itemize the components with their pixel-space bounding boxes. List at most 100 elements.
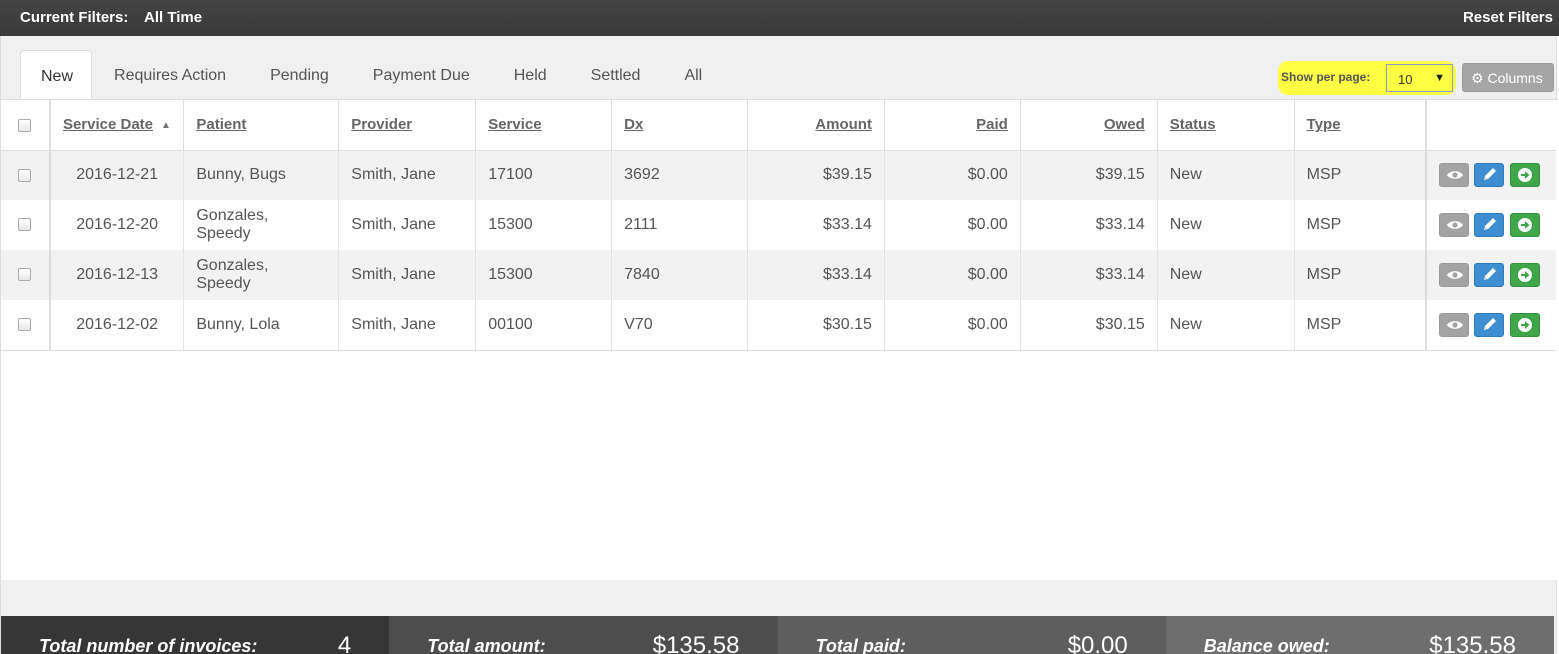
row-actions (1425, 150, 1556, 200)
header-type-label: Type (1306, 116, 1341, 134)
per-page-control: Show per page: 10 ▼ (1278, 61, 1456, 95)
advance-button[interactable] (1509, 163, 1540, 188)
row-actions (1425, 300, 1556, 351)
row-checkbox[interactable] (18, 268, 32, 282)
edit-button[interactable] (1474, 163, 1505, 188)
tab-held[interactable]: Held (492, 50, 569, 100)
cell-amount: $33.14 (747, 200, 885, 250)
current-filters-label: Current Filters: (20, 9, 129, 26)
cell-patient: Bunny, Bugs (183, 150, 340, 200)
cell-paid: $0.00 (884, 200, 1021, 250)
table-row[interactable]: 2016-12-13 Gonzales, Speedy Smith, Jane 153… (1, 250, 1556, 300)
caret-down-icon: ▼ (1434, 72, 1445, 84)
edit-button[interactable] (1474, 312, 1505, 337)
header-amount[interactable]: Amount (747, 100, 885, 151)
row-select-cell (1, 250, 51, 300)
cell-status: New (1157, 150, 1295, 200)
row-actions (1425, 250, 1556, 300)
cell-paid: $0.00 (884, 150, 1021, 200)
cell-service: 00100 (475, 300, 613, 351)
cell-service-date: 2016-12-21 (49, 150, 185, 200)
advance-button[interactable] (1509, 312, 1540, 337)
view-button[interactable] (1439, 312, 1470, 337)
per-page-value: 10 (1398, 72, 1413, 87)
cell-type: MSP (1294, 250, 1427, 300)
cell-provider: Smith, Jane (338, 150, 477, 200)
view-button[interactable] (1439, 263, 1470, 287)
cell-dx: 7840 (611, 250, 749, 300)
table-row[interactable]: 2016-12-21 Bunny, Bugs Smith, Jane 17100 369… (1, 150, 1556, 200)
cell-type: MSP (1294, 300, 1427, 351)
header-service-label: Service (488, 116, 542, 134)
per-page-label: Show per page: (1281, 70, 1371, 84)
cell-paid: $0.00 (884, 250, 1021, 300)
row-checkbox[interactable] (18, 168, 32, 182)
table-row[interactable]: 2016-12-20 Gonzales, Speedy Smith, Jane 153… (1, 200, 1556, 250)
tab-pending[interactable]: Pending (248, 50, 351, 100)
sort-asc-icon: ▲ (161, 120, 171, 132)
header-owed-label: Owed (1103, 116, 1145, 134)
row-actions (1425, 200, 1556, 250)
cell-owed: $39.15 (1020, 150, 1158, 200)
invoice-table-area: Service Date ▲ Patient Provider Service D… (1, 99, 1558, 580)
cell-dx: 3692 (611, 150, 749, 200)
edit-button[interactable] (1474, 213, 1505, 237)
invoice-rows: 2016-12-21 Bunny, Bugs Smith, Jane 17100 369… (1, 150, 1556, 351)
row-checkbox[interactable] (18, 318, 32, 332)
cell-status: New (1157, 200, 1295, 250)
total-paid-value: $0.00 (1067, 632, 1128, 654)
reset-filters-link[interactable]: Reset Filters (1463, 9, 1553, 26)
cell-service: 15300 (475, 250, 613, 300)
filter-bar: Current Filters: All Time Reset Filters (0, 0, 1559, 36)
header-type[interactable]: Type (1294, 100, 1427, 151)
header-amount-label: Amount (815, 116, 872, 134)
cell-owed: $33.14 (1020, 200, 1158, 250)
total-paid-summary: Total paid: $0.00 (777, 616, 1166, 654)
cell-amount: $33.14 (747, 250, 885, 300)
header-paid-label: Paid (976, 116, 1008, 134)
cell-type: MSP (1294, 200, 1427, 250)
per-page-select[interactable]: 10 ▼ (1386, 64, 1453, 92)
row-checkbox[interactable] (18, 218, 32, 232)
select-all-checkbox[interactable] (18, 118, 32, 132)
header-patient[interactable]: Patient (183, 100, 340, 151)
cell-patient: Bunny, Lola (183, 300, 340, 351)
total-invoices-label: Total number of invoices: (39, 636, 258, 654)
cell-service-date: 2016-12-02 (49, 300, 185, 351)
row-select-cell (1, 300, 51, 351)
columns-button[interactable]: ⚙ Columns (1462, 63, 1554, 92)
cell-owed: $33.14 (1020, 250, 1158, 300)
invoice-table: Service Date ▲ Patient Provider Service D… (1, 100, 1556, 351)
header-actions (1425, 100, 1556, 151)
totals-bar: Total number of invoices: 4 Total amount… (1, 616, 1554, 654)
gear-icon: ⚙ (1471, 70, 1484, 86)
advance-button[interactable] (1509, 213, 1540, 237)
cell-status: New (1157, 250, 1295, 300)
cell-owed: $30.15 (1020, 300, 1158, 351)
header-service[interactable]: Service (475, 100, 613, 151)
header-patient-label: Patient (196, 116, 247, 134)
tab-requires-action[interactable]: Requires Action (92, 50, 248, 100)
tab-settled[interactable]: Settled (569, 50, 663, 100)
table-row[interactable]: 2016-12-02 Bunny, Lola Smith, Jane 00100 V70… (1, 300, 1556, 351)
edit-button[interactable] (1474, 263, 1505, 287)
tab-payment-due[interactable]: Payment Due (351, 50, 492, 100)
tab-new[interactable]: New (20, 50, 93, 100)
cell-dx: V70 (611, 300, 749, 351)
header-dx[interactable]: Dx (611, 100, 749, 151)
header-paid[interactable]: Paid (884, 100, 1021, 151)
header-status[interactable]: Status (1157, 100, 1295, 151)
total-amount-value: $135.58 (652, 632, 740, 654)
tab-all[interactable]: All (662, 50, 724, 100)
cell-status: New (1157, 300, 1295, 351)
header-service-date[interactable]: Service Date ▲ (49, 100, 185, 151)
cell-service-date: 2016-12-20 (49, 200, 185, 250)
current-filters-value: All Time (143, 9, 203, 26)
row-select-cell (1, 150, 51, 200)
header-owed[interactable]: Owed (1020, 100, 1158, 151)
view-button[interactable] (1439, 163, 1470, 188)
cell-provider: Smith, Jane (338, 300, 477, 351)
header-provider[interactable]: Provider (338, 100, 477, 151)
advance-button[interactable] (1509, 263, 1540, 287)
view-button[interactable] (1439, 213, 1470, 237)
